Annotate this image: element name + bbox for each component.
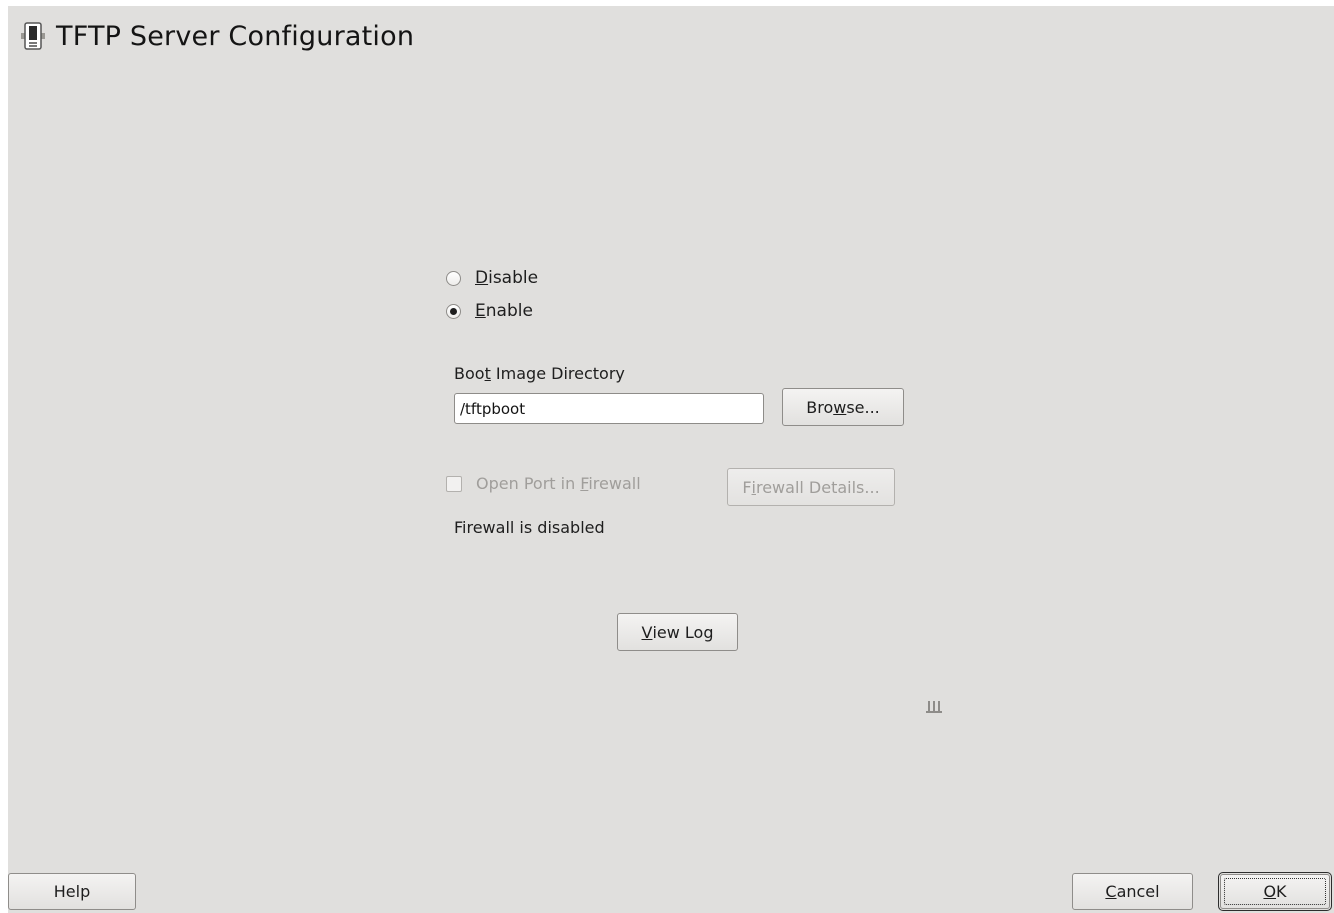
open-port-label-pre: Open Port in	[476, 474, 581, 493]
disable-radio-indicator[interactable]	[446, 270, 461, 286]
firewall-details-button[interactable]: Fi rewall Details...	[727, 468, 895, 506]
help-label: Help	[53, 882, 91, 901]
open-port-checkbox-indicator[interactable]	[446, 475, 462, 492]
tftp-server-icon	[21, 22, 45, 50]
ok-label-post: K	[1276, 882, 1287, 901]
disable-radio[interactable]: Disable	[446, 268, 538, 288]
disable-mnemonic: D	[475, 268, 489, 288]
enable-radio[interactable]: Enable	[446, 301, 533, 321]
browse-button[interactable]: Bro w se...	[782, 388, 904, 426]
enable-label-rest: nable	[485, 301, 533, 321]
ok-mnemonic: O	[1263, 882, 1277, 901]
enable-radio-indicator[interactable]	[446, 303, 461, 319]
disable-label-rest: isable	[488, 268, 539, 288]
open-port-checkbox[interactable]: Open Port in Firewall	[446, 474, 641, 493]
page-title: TFTP Server Configuration	[56, 20, 415, 52]
view-log-label-post: iew Log	[652, 622, 714, 642]
open-port-label-post: irewall	[588, 474, 641, 493]
help-button[interactable]: Help	[8, 873, 136, 910]
enable-label: Enable	[475, 301, 533, 321]
disable-label: Disable	[475, 268, 538, 288]
cancel-label-post: ancel	[1116, 882, 1160, 901]
dialog: TFTP Server Configuration Disable Enable…	[8, 6, 1334, 913]
enable-mnemonic: E	[475, 301, 486, 321]
open-port-label: Open Port in Firewall	[476, 474, 641, 493]
boot-image-directory-label: Boot Image Directory	[454, 364, 625, 383]
ok-button[interactable]: OK	[1218, 872, 1332, 911]
view-log-mnemonic: V	[641, 622, 653, 642]
browse-label-post: se...	[846, 397, 880, 417]
spacer-glyph-icon	[926, 701, 942, 713]
browse-label-pre: Bro	[806, 397, 834, 417]
firewall-details-label-pre: F	[742, 477, 752, 497]
cancel-button[interactable]: Cancel	[1072, 873, 1193, 910]
view-log-button[interactable]: View Log	[617, 613, 738, 651]
boot-image-directory-input[interactable]	[454, 393, 764, 424]
cancel-mnemonic: C	[1105, 882, 1117, 901]
firewall-status-text: Firewall is disabled	[454, 518, 605, 537]
title-bar: TFTP Server Configuration	[20, 16, 414, 56]
browse-label-mnemonic: w	[833, 397, 847, 417]
boot-label-pre: Boo	[454, 364, 485, 383]
boot-label-post: Image Directory	[490, 364, 625, 383]
firewall-details-label-post: rewall Details...	[755, 477, 880, 497]
